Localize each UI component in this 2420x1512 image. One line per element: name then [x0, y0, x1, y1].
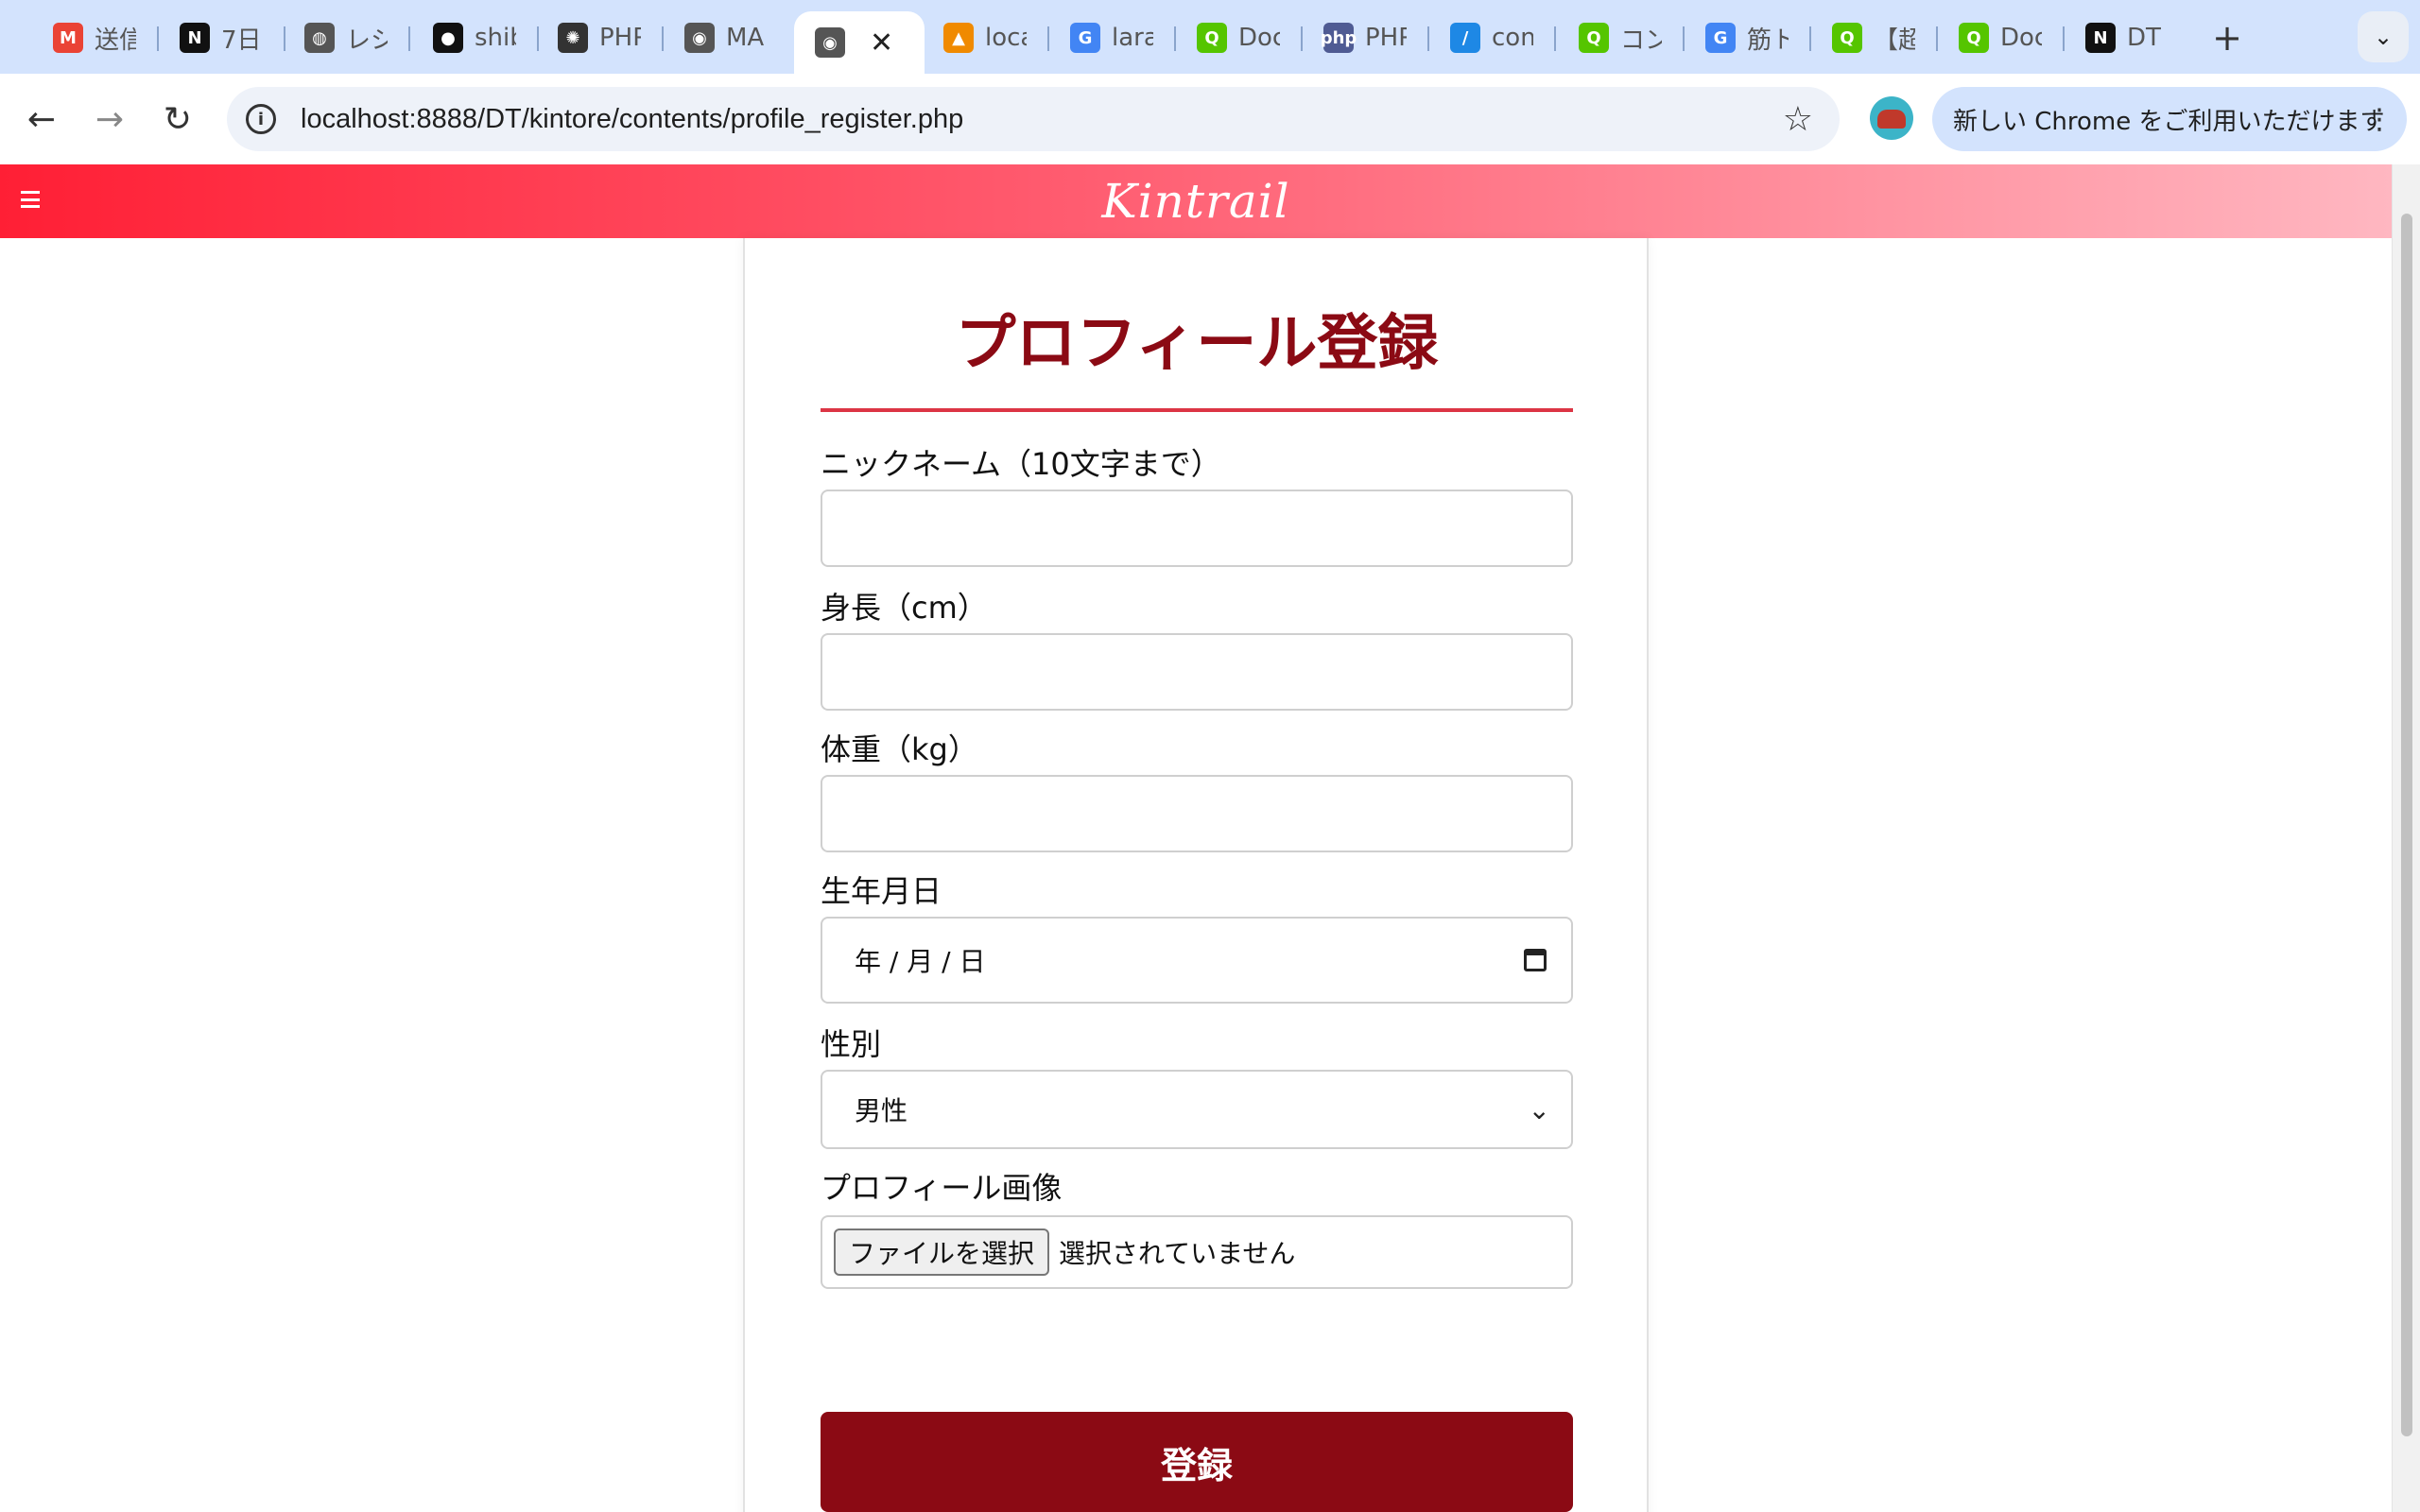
globe-icon: ◍	[304, 23, 335, 53]
browser-tab[interactable]: M 送信	[32, 13, 157, 62]
gmail-icon: M	[53, 23, 83, 53]
mamp-icon: ◉	[684, 23, 715, 53]
tab-title: PHP	[599, 24, 641, 52]
gender-label: 性別	[821, 1026, 882, 1062]
site-info-icon[interactable]: i	[246, 104, 276, 134]
profile-avatar[interactable]	[1870, 96, 1913, 140]
birthday-label: 生年月日	[821, 873, 942, 909]
profile-image-label: プロフィール画像	[821, 1170, 1063, 1206]
tab-title: shib	[475, 24, 516, 52]
browser-tab[interactable]: Glara	[1049, 13, 1174, 62]
tab-title: loca	[985, 24, 1027, 52]
tab-title: PHP	[1365, 24, 1407, 52]
weight-input[interactable]	[821, 775, 1573, 852]
address-bar[interactable]: i localhost:8888/DT/kintore/contents/pro…	[227, 87, 1840, 151]
qiita-icon: Q	[1832, 23, 1862, 53]
phpmyadmin-icon: ▲	[943, 23, 974, 53]
reload-button[interactable]: ↻	[153, 94, 202, 144]
profile-form-card: プロフィール登録 ニックネーム（10文字まで） 身長（cm） 体重（kg） 生年…	[743, 238, 1649, 1512]
browser-toolbar: ← → ↻ i localhost:8888/DT/kintore/conten…	[0, 74, 2420, 164]
tab-title: Doc	[2000, 24, 2042, 52]
tab-title: 送信	[95, 26, 136, 55]
file-status-text: 選択されていません	[1059, 1238, 1296, 1269]
birthday-date-input[interactable]: 年 / 月 / 日	[821, 917, 1573, 1004]
close-tab-icon[interactable]: ✕	[870, 26, 893, 60]
chatgpt-icon: ✺	[558, 23, 588, 53]
tab-title: MA	[726, 24, 765, 52]
github-icon: ●	[433, 23, 463, 53]
chrome-update-label: 新しい Chrome をご利用いただけます	[1953, 107, 2385, 136]
browser-tab[interactable]: Q Doc	[1176, 13, 1301, 62]
browser-tab[interactable]: ● shib	[412, 13, 537, 62]
choose-file-button[interactable]: ファイルを選択	[834, 1228, 1050, 1276]
qiita-icon: Q	[1959, 23, 1989, 53]
back-button[interactable]: ←	[17, 94, 66, 144]
gender-select[interactable]: 男性 ⌄	[821, 1070, 1573, 1149]
tab-title: コン	[1620, 26, 1662, 55]
chrome-menu-icon[interactable]: ⋮	[2365, 103, 2394, 136]
title-divider	[821, 408, 1573, 412]
google-icon: G	[1705, 23, 1736, 53]
notion-icon: N	[180, 23, 210, 53]
tab-title: con	[1492, 24, 1533, 52]
hamburger-menu-icon[interactable]	[21, 191, 40, 208]
tab-title: lara	[1112, 24, 1153, 52]
cursor-icon: /	[1450, 23, 1480, 53]
browser-tab[interactable]: ◍ レシ	[284, 13, 408, 62]
notion-icon: N	[2085, 23, 2116, 53]
php-icon: php	[1321, 23, 1357, 53]
gender-selected-value: 男性	[855, 1095, 908, 1126]
browser-tab[interactable]: / con	[1429, 13, 1554, 62]
tab-title: DT	[2127, 24, 2161, 52]
tab-strip: M送信N7日◍レシ●shib✺PHP◉MA◉✕▲locaGlaraQDocphp…	[0, 0, 2420, 74]
qiita-icon: Q	[1197, 23, 1227, 53]
site-logo[interactable]: Kintrail	[1101, 174, 1289, 229]
nickname-input[interactable]	[821, 490, 1573, 567]
register-button[interactable]: 登録	[821, 1412, 1573, 1512]
chrome-update-button[interactable]: 新しい Chrome をご利用いただけます ⋮	[1932, 87, 2407, 151]
browser-tab[interactable]: ◉ ✕	[794, 11, 925, 74]
tab-title: 7日	[221, 26, 262, 55]
browser-tab[interactable]: N DT	[2065, 13, 2189, 62]
browser-tab[interactable]: Q Doc	[1938, 13, 2063, 62]
new-tab-button[interactable]: +	[2206, 17, 2248, 59]
tab-title: Doc	[1238, 24, 1280, 52]
page-viewport: Kintrail プロフィール登録 ニックネーム（10文字まで） 身長（cm） …	[0, 164, 2420, 1512]
forward-button[interactable]: →	[85, 94, 134, 144]
tab-separator	[408, 26, 410, 51]
tab-separator	[1554, 26, 1556, 51]
site-header: Kintrail	[0, 164, 2392, 238]
browser-tab[interactable]: Q コン	[1558, 13, 1683, 62]
height-label: 身長（cm）	[821, 590, 988, 626]
tab-search-button[interactable]: ⌄	[2358, 11, 2409, 62]
bookmark-star-icon[interactable]: ☆	[1783, 100, 1813, 139]
qiita-icon: Q	[1579, 23, 1609, 53]
page-scrollbar[interactable]	[2392, 164, 2420, 1512]
url-text[interactable]: localhost:8888/DT/kintore/contents/profi…	[301, 104, 963, 135]
browser-tab[interactable]: Q 【超	[1811, 13, 1936, 62]
tab-title: 【超	[1874, 26, 1915, 55]
browser-tab[interactable]: php PHP	[1303, 13, 1427, 62]
height-input[interactable]	[821, 633, 1573, 711]
mamp-icon: ◉	[815, 27, 845, 58]
browser-tab[interactable]: ◉ MA	[664, 13, 788, 62]
google-icon: G	[1070, 23, 1100, 53]
browser-tab[interactable]: G 筋ト	[1685, 13, 1809, 62]
browser-tab[interactable]: N 7日	[159, 13, 284, 62]
browser-tab[interactable]: ▲ loca	[923, 13, 1047, 62]
tab-title: レシ	[346, 26, 388, 55]
nickname-label: ニックネーム（10文字まで）	[821, 446, 1221, 482]
calendar-icon[interactable]	[1524, 949, 1547, 971]
page-title: プロフィール登録	[955, 309, 1439, 379]
weight-label: 体重（kg）	[821, 731, 978, 767]
chevron-down-icon: ⌄	[1528, 1093, 1550, 1125]
tab-title: 筋ト	[1747, 26, 1789, 55]
scrollbar-thumb[interactable]	[2401, 214, 2412, 1436]
profile-image-file-input[interactable]: ファイルを選択 選択されていません	[821, 1215, 1573, 1289]
birthday-placeholder: 年 / 月 / 日	[855, 946, 986, 977]
browser-tab[interactable]: ✺ PHP	[537, 13, 662, 62]
